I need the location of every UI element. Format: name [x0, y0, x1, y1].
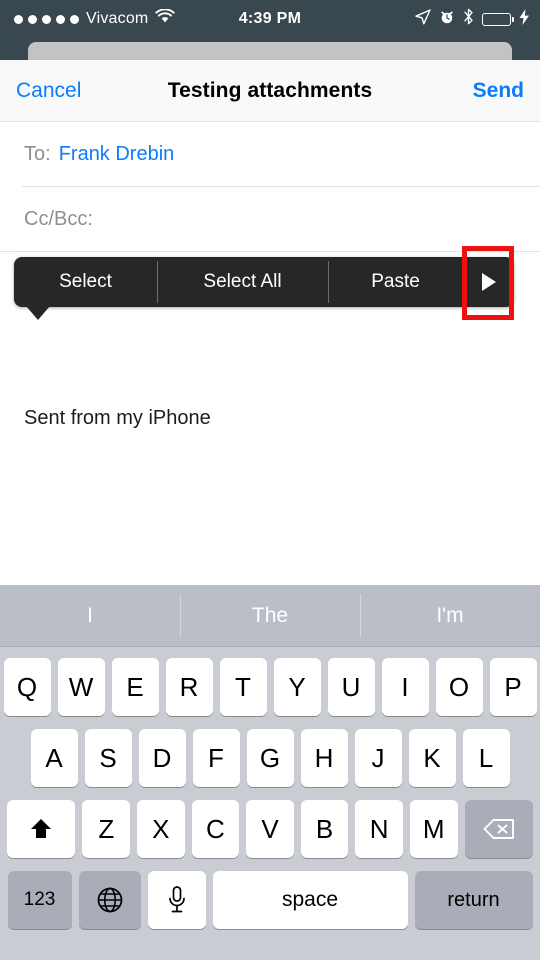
- status-bar: Vivacom 4:39 PM: [0, 0, 540, 38]
- key-t[interactable]: T: [219, 658, 267, 716]
- mail-body-textarea[interactable]: Sent from my iPhone: [0, 329, 540, 585]
- to-field-label: To:: [24, 143, 51, 165]
- to-recipient-token[interactable]: Frank Drebin: [59, 143, 175, 166]
- keyboard-row-1: Q W E R T Y U I O P: [0, 658, 540, 716]
- keyboard-row-2: A S D F G H J K L: [0, 729, 540, 787]
- key-w[interactable]: W: [57, 658, 105, 716]
- ccbcc-field-label: Cc/Bcc:: [24, 208, 93, 230]
- microphone-icon: [166, 885, 188, 915]
- key-n[interactable]: N: [355, 800, 403, 858]
- compose-header-fields: To: Frank Drebin Cc/Bcc:: [0, 122, 540, 252]
- key-o[interactable]: O: [435, 658, 483, 716]
- cancel-button[interactable]: Cancel: [16, 79, 81, 103]
- modal-sheet-strip: [0, 38, 540, 60]
- status-bar-right: [415, 8, 530, 30]
- context-menu-tail: [26, 306, 50, 320]
- globe-key[interactable]: [78, 871, 141, 929]
- context-menu-select-button[interactable]: Select: [14, 257, 157, 307]
- iphone-mail-compose-screen: Vivacom 4:39 PM Cancel Testing attachmen…: [0, 0, 540, 960]
- key-x[interactable]: X: [137, 800, 185, 858]
- text-edit-context-menu: Select Select All Paste: [14, 257, 514, 307]
- key-l[interactable]: L: [462, 729, 510, 787]
- key-m[interactable]: M: [409, 800, 458, 858]
- dictation-key[interactable]: [147, 871, 206, 929]
- battery-icon: [482, 12, 514, 26]
- key-q[interactable]: Q: [3, 658, 51, 716]
- lightning-bolt-icon: [519, 8, 530, 30]
- key-g[interactable]: G: [246, 729, 294, 787]
- send-button[interactable]: Send: [473, 79, 524, 103]
- key-i[interactable]: I: [381, 658, 429, 716]
- key-c[interactable]: C: [191, 800, 240, 858]
- key-y[interactable]: Y: [273, 658, 321, 716]
- keyboard-row-4: 123 space return: [0, 871, 540, 929]
- alarm-clock-icon: [439, 9, 455, 30]
- key-e[interactable]: E: [111, 658, 159, 716]
- prediction-item-1[interactable]: I: [0, 585, 180, 646]
- key-a[interactable]: A: [30, 729, 78, 787]
- context-menu-paste-button[interactable]: Paste: [328, 257, 463, 307]
- key-j[interactable]: J: [354, 729, 402, 787]
- space-key[interactable]: space: [212, 871, 408, 929]
- key-b[interactable]: B: [300, 800, 349, 858]
- key-h[interactable]: H: [300, 729, 348, 787]
- arrow-right-icon: [481, 273, 496, 291]
- on-screen-keyboard: I The I'm Q W E R T Y U I O P A S D F G …: [0, 585, 540, 960]
- numbers-key[interactable]: 123: [7, 871, 72, 929]
- key-k[interactable]: K: [408, 729, 456, 787]
- field-separator: [0, 251, 540, 252]
- predictive-text-bar: I The I'm: [0, 585, 540, 647]
- key-f[interactable]: F: [192, 729, 240, 787]
- shift-arrow-icon: [28, 816, 54, 842]
- key-s[interactable]: S: [84, 729, 132, 787]
- keyboard-row-3: Z X C V B N M: [0, 800, 540, 858]
- location-arrow-icon: [415, 8, 431, 30]
- return-key[interactable]: return: [414, 871, 533, 929]
- key-v[interactable]: V: [246, 800, 294, 858]
- shift-key[interactable]: [7, 800, 76, 858]
- prediction-item-2[interactable]: The: [180, 585, 360, 646]
- to-field[interactable]: To: Frank Drebin: [0, 122, 540, 187]
- backspace-icon: [482, 816, 516, 842]
- key-p[interactable]: P: [489, 658, 537, 716]
- context-menu-more-arrow-button[interactable]: [463, 257, 514, 307]
- prediction-item-3[interactable]: I'm: [360, 585, 540, 646]
- modal-sheet-handle[interactable]: [28, 42, 512, 60]
- keyboard-rows: Q W E R T Y U I O P A S D F G H J K L Z …: [0, 647, 540, 929]
- globe-icon: [96, 886, 124, 914]
- bluetooth-icon: [463, 8, 474, 30]
- key-d[interactable]: D: [138, 729, 186, 787]
- context-menu-select-all-button[interactable]: Select All: [157, 257, 328, 307]
- key-u[interactable]: U: [327, 658, 375, 716]
- key-z[interactable]: Z: [82, 800, 131, 858]
- page-title: Testing attachments: [167, 78, 373, 102]
- navigation-bar: Cancel Testing attachments Send: [0, 60, 540, 122]
- ccbcc-field[interactable]: Cc/Bcc:: [0, 187, 540, 252]
- backspace-key[interactable]: [464, 800, 533, 858]
- key-r[interactable]: R: [165, 658, 213, 716]
- mail-signature: Sent from my iPhone: [24, 407, 211, 429]
